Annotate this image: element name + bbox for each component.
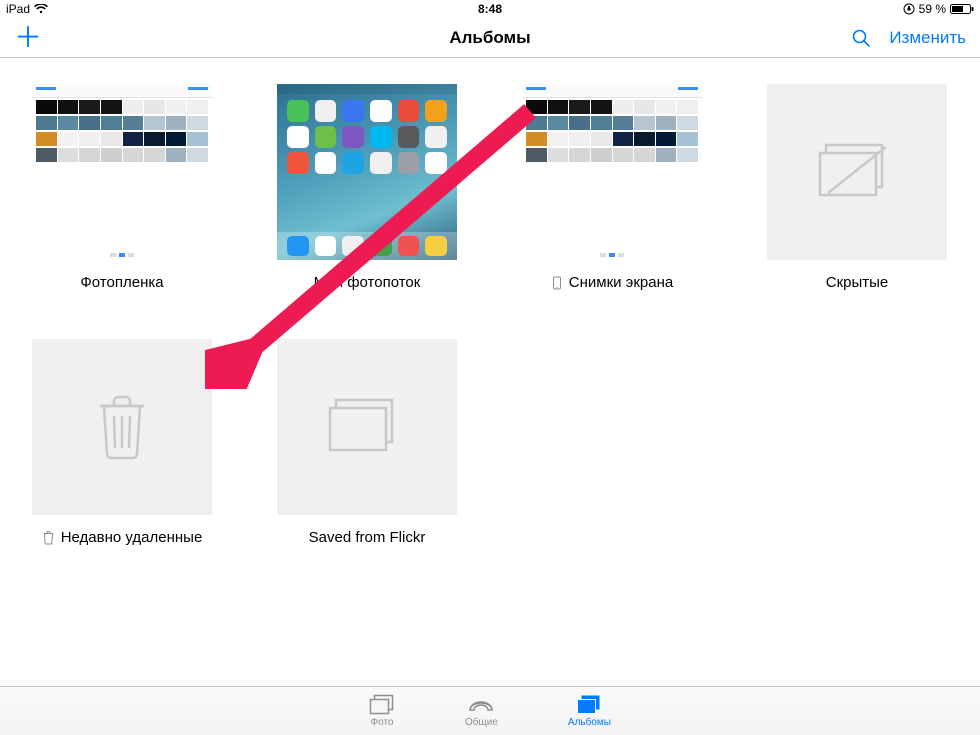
- tab-label: Общие: [465, 717, 498, 728]
- albums-grid: Фотопленка Мой фотопоток: [0, 58, 980, 572]
- album-label: Фотопленка: [80, 274, 163, 291]
- album-recently-deleted[interactable]: Недавно удаленные: [32, 339, 212, 546]
- wifi-icon: [34, 4, 48, 14]
- album-label: Скрытые: [826, 274, 889, 291]
- add-button[interactable]: ＋: [14, 24, 42, 52]
- tab-albums[interactable]: Альбомы: [568, 694, 611, 728]
- tab-label: Фото: [371, 717, 394, 728]
- album-label: Мой фотопоток: [314, 274, 421, 291]
- tab-label: Альбомы: [568, 717, 611, 728]
- album-thumbnail: [767, 84, 947, 260]
- album-camera-roll[interactable]: Фотопленка: [32, 84, 212, 291]
- album-thumbnail: [277, 84, 457, 260]
- album-label: Saved from Flickr: [309, 529, 426, 546]
- album-hidden[interactable]: Скрытые: [767, 84, 947, 291]
- nav-title: Альбомы: [449, 28, 530, 48]
- battery-percent: 59 %: [919, 2, 946, 16]
- album-thumbnail: [32, 339, 212, 515]
- album-saved-flickr[interactable]: Saved from Flickr: [277, 339, 457, 546]
- search-button[interactable]: [851, 28, 871, 48]
- album-thumbnail: [522, 84, 702, 260]
- status-time: 8:48: [478, 2, 502, 16]
- trash-icon: [42, 530, 55, 545]
- album-thumbnail: [277, 339, 457, 515]
- album-photo-stream[interactable]: Мой фотопоток: [277, 84, 457, 291]
- nav-bar: ＋ Альбомы Изменить: [0, 18, 980, 58]
- tab-bar: Фото Общие Альбомы: [0, 686, 980, 735]
- rotation-lock-icon: [903, 3, 915, 15]
- status-right: 59 %: [903, 2, 974, 16]
- album-thumbnail: [32, 84, 212, 260]
- album-label-text: Снимки экрана: [569, 274, 673, 291]
- edit-button[interactable]: Изменить: [889, 28, 966, 48]
- album-screenshots[interactable]: Снимки экрана: [522, 84, 702, 291]
- device-icon: [551, 276, 563, 290]
- device-label: iPad: [6, 2, 30, 16]
- album-label: Недавно удаленные: [42, 529, 203, 546]
- status-left: iPad: [6, 2, 48, 16]
- battery-icon: [950, 3, 974, 15]
- album-label: Снимки экрана: [551, 274, 673, 291]
- tab-shared[interactable]: Общие: [465, 694, 498, 728]
- tab-photos[interactable]: Фото: [369, 694, 395, 728]
- album-label-text: Недавно удаленные: [61, 529, 203, 546]
- status-bar: iPad 8:48 59 %: [0, 0, 980, 18]
